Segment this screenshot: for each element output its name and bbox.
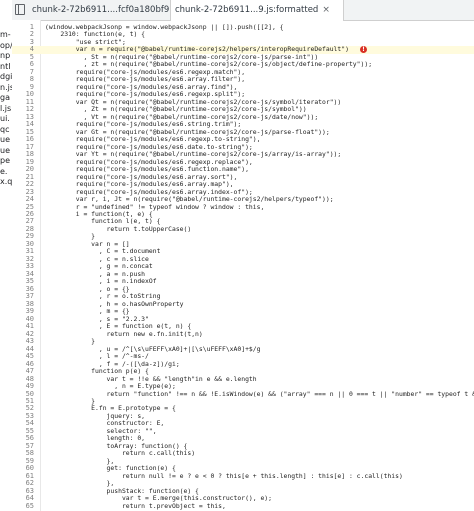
navigator-file-item[interactable]: m-: [0, 30, 11, 39]
navigator-file-item[interactable]: pe: [0, 156, 10, 165]
tab-label: chunk-2-72b6911...9.js:formatted: [175, 5, 319, 15]
navigator-file-item[interactable]: qc: [0, 125, 9, 134]
navigator-file-item[interactable]: ue: [0, 135, 10, 144]
navigator-file-item[interactable]: ga: [0, 93, 10, 102]
navigator-file-item[interactable]: dgi: [0, 72, 12, 81]
editor-tab-bar: chunk-2-72b6911....fcf0a180bf9.js chunk-…: [12, 0, 474, 21]
navigator-file-item[interactable]: x.q: [0, 177, 12, 186]
navigator-file-item[interactable]: ntl: [0, 62, 10, 71]
navigator-file-item[interactable]: l.js: [0, 104, 11, 113]
code-text: return "function" !== n && !E.isWindow(e…: [45, 389, 474, 398]
line-number[interactable]: 65: [12, 502, 34, 510]
navigator-file-item[interactable]: np: [0, 51, 10, 60]
tab-label: chunk-2-72b6911....fcf0a180bf9.js: [32, 5, 179, 15]
tab-minified-file[interactable]: chunk-2-72b6911....fcf0a180bf9.js: [30, 0, 179, 20]
navigator-file-item[interactable]: op/: [0, 41, 12, 50]
code-text: return t.prevObject = this,: [45, 501, 226, 510]
navigator-file-item[interactable]: ui.: [0, 114, 10, 123]
error-icon[interactable]: !: [360, 46, 367, 54]
toggle-navigator-icon[interactable]: [15, 4, 25, 15]
code-line[interactable]: 65 return t.prevObject = this,: [12, 501, 474, 510]
navigator-file-item[interactable]: e.: [0, 167, 7, 176]
close-icon[interactable]: ×: [322, 0, 330, 20]
navigator-file-item[interactable]: ue: [0, 146, 10, 155]
code-editor[interactable]: 1 (window.webpackJsonp = window.webpackJs…: [12, 20, 474, 511]
tab-formatted-file[interactable]: chunk-2-72b6911...9.js:formatted ×: [170, 0, 344, 21]
